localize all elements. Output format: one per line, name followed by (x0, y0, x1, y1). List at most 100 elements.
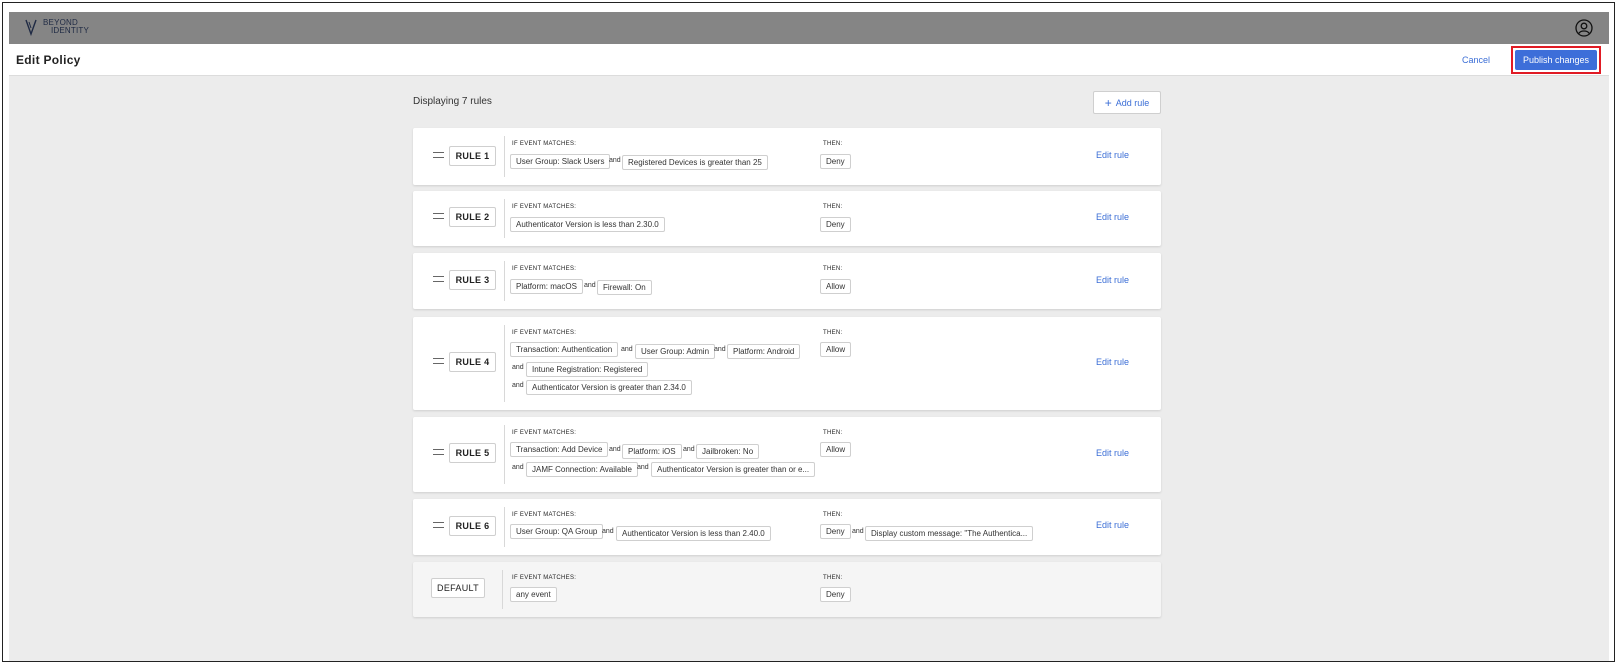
drag-handle-icon[interactable] (433, 522, 444, 528)
brand-line-2: IDENTITY (51, 26, 90, 35)
then-header: THEN: (823, 330, 843, 336)
cancel-button[interactable]: Cancel (1462, 55, 1490, 65)
drag-handle-icon[interactable] (433, 213, 444, 219)
rule-card: RULE 3 IF EVENT MATCHES: Platform: macOS… (413, 253, 1161, 309)
condition-chip: Jailbroken: No (696, 444, 760, 459)
and-label: and (512, 364, 524, 371)
publish-changes-button[interactable]: Publish changes (1515, 50, 1597, 70)
drag-handle-icon[interactable] (433, 152, 444, 158)
if-header: IF EVENT MATCHES: (512, 430, 577, 436)
then-header: THEN: (823, 575, 843, 581)
drag-handle-icon[interactable] (433, 276, 444, 282)
edit-rule-link[interactable]: Edit rule (1096, 448, 1129, 458)
rule-name: RULE 3 (449, 270, 496, 290)
edit-rule-link[interactable]: Edit rule (1096, 520, 1129, 530)
page-header: Edit Policy Cancel Publish changes (9, 44, 1609, 76)
condition-chip: Authenticator Version is greater than 2.… (526, 380, 692, 395)
then-header: THEN: (823, 141, 843, 147)
rule-name: DEFAULT (431, 578, 485, 598)
action-chip: Display custom message: "The Authentica.… (865, 526, 1034, 541)
condition-chip: Platform: macOS (510, 279, 583, 294)
condition-chip: any event (510, 587, 557, 602)
divider (504, 261, 505, 301)
action-chip: Deny (820, 154, 851, 169)
and-label: and (602, 528, 614, 535)
rule-card: RULE 6 IF EVENT MATCHES: User Group: QA … (413, 499, 1161, 555)
edit-rule-link[interactable]: Edit rule (1096, 212, 1129, 222)
divider (504, 136, 505, 177)
if-header: IF EVENT MATCHES: (512, 204, 577, 210)
divider (504, 425, 505, 484)
add-rule-label: Add rule (1115, 97, 1150, 108)
rule-card: RULE 4 IF EVENT MATCHES: Transaction: Au… (413, 317, 1161, 410)
brand-logo-icon (25, 19, 37, 36)
if-header: IF EVENT MATCHES: (512, 266, 577, 272)
divider (504, 325, 505, 402)
condition-chip: Authenticator Version is less than 2.30.… (510, 217, 665, 232)
drag-handle-icon[interactable] (433, 449, 444, 455)
edit-rule-link[interactable]: Edit rule (1096, 357, 1129, 367)
rules-count: Displaying 7 rules (413, 96, 492, 107)
rule-name: RULE 4 (449, 352, 496, 372)
edit-rule-link[interactable]: Edit rule (1096, 275, 1129, 285)
then-header: THEN: (823, 512, 843, 518)
edit-rule-link[interactable]: Edit rule (1096, 150, 1129, 160)
and-label: and (621, 346, 633, 353)
then-header: THEN: (823, 204, 843, 210)
page-title: Edit Policy (16, 53, 81, 67)
and-label: and (637, 464, 649, 471)
condition-chip: Registered Devices is greater than 25 (622, 155, 768, 170)
divider (504, 507, 505, 547)
if-header: IF EVENT MATCHES: (512, 141, 577, 147)
rule-name: RULE 2 (449, 207, 496, 227)
publish-highlight: Publish changes (1511, 46, 1601, 74)
condition-chip: JAMF Connection: Available (526, 462, 638, 477)
and-label: and (609, 446, 621, 453)
plus-icon: + (1104, 95, 1112, 110)
and-label: and (512, 464, 524, 471)
add-rule-button[interactable]: + Add rule (1093, 91, 1161, 114)
rules-panel: Displaying 7 rules + Add rule RULE 1 IF … (9, 76, 1609, 661)
if-header: IF EVENT MATCHES: (512, 330, 577, 336)
and-label: and (683, 446, 695, 453)
then-header: THEN: (823, 430, 843, 436)
user-account-icon[interactable] (1575, 19, 1593, 37)
if-header: IF EVENT MATCHES: (512, 575, 577, 581)
condition-chip: Transaction: Authentication (510, 342, 619, 357)
condition-chip: Transaction: Add Device (510, 442, 609, 457)
condition-chip: Intune Registration: Registered (526, 362, 649, 377)
condition-chip: User Group: QA Group (510, 524, 604, 539)
condition-chip: Platform: Android (727, 344, 801, 359)
condition-chip: Platform: iOS (622, 444, 682, 459)
action-chip: Allow (820, 342, 852, 357)
default-rule-card: DEFAULT IF EVENT MATCHES: any event THEN… (413, 562, 1161, 617)
and-label: and (852, 528, 864, 535)
brand-logo[interactable]: BEYOND IDENTITY (25, 18, 89, 36)
condition-chip: Authenticator Version is less than 2.40.… (616, 526, 771, 541)
rule-card: RULE 2 IF EVENT MATCHES: Authenticator V… (413, 191, 1161, 246)
rule-name: RULE 6 (449, 516, 496, 536)
action-chip: Deny (820, 587, 851, 602)
brand-wordmark: BEYOND IDENTITY (43, 19, 89, 35)
rule-name: RULE 1 (449, 146, 496, 166)
action-chip: Deny (820, 524, 851, 539)
app-frame: BEYOND IDENTITY Edit Policy Cancel Publi… (2, 2, 1615, 662)
action-chip: Allow (820, 442, 852, 457)
condition-chip: User Group: Admin (635, 344, 716, 359)
condition-chip: Firewall: On (597, 280, 652, 295)
divider (502, 570, 503, 609)
and-label: and (609, 157, 621, 164)
rule-card: RULE 1 IF EVENT MATCHES: User Group: Sla… (413, 128, 1161, 185)
condition-chip: User Group: Slack Users (510, 154, 611, 169)
drag-handle-icon[interactable] (433, 358, 444, 364)
condition-chip: Authenticator Version is greater than or… (651, 462, 816, 477)
action-chip: Deny (820, 217, 851, 232)
rule-card: RULE 5 IF EVENT MATCHES: Transaction: Ad… (413, 417, 1161, 492)
top-bar: BEYOND IDENTITY (9, 12, 1609, 44)
rule-name: RULE 5 (449, 443, 496, 463)
divider (504, 199, 505, 238)
then-header: THEN: (823, 266, 843, 272)
action-chip: Allow (820, 279, 852, 294)
and-label: and (714, 346, 726, 353)
if-header: IF EVENT MATCHES: (512, 512, 577, 518)
